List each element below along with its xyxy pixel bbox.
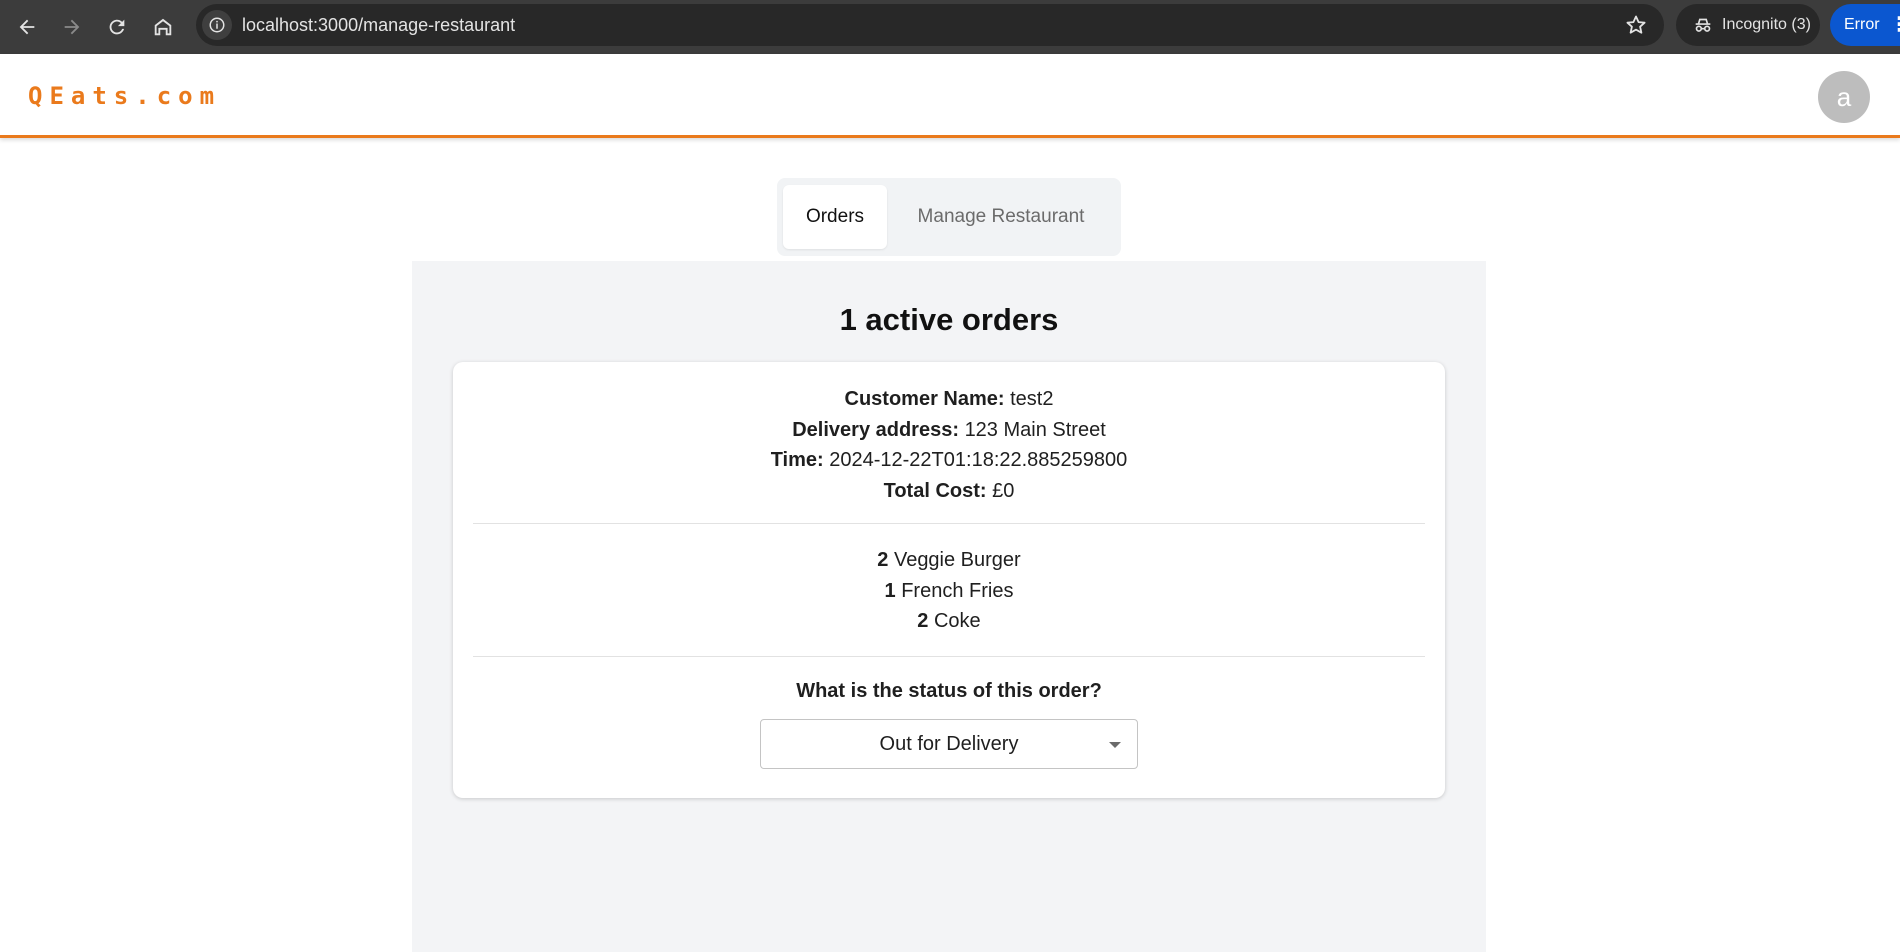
list-item: 1 French Fries	[453, 576, 1445, 607]
order-card: Customer Name: test2 Delivery address: 1…	[453, 362, 1445, 798]
profile-error-button[interactable]: Error ⋮	[1830, 4, 1900, 46]
reload-icon[interactable]	[100, 10, 134, 44]
item-qty: 1	[884, 579, 896, 602]
more-menu-icon[interactable]: ⋮	[1890, 15, 1900, 35]
incognito-indicator[interactable]: Incognito (3)	[1676, 4, 1820, 46]
user-avatar[interactable]: a	[1818, 71, 1870, 123]
total-cost: £0	[992, 479, 1015, 502]
time-row: Time: 2024-12-22T01:18:22.885259800	[453, 445, 1445, 476]
cost-label: Total Cost:	[883, 479, 987, 502]
app-header: QEats.com a	[0, 54, 1900, 138]
customer-label: Customer Name:	[844, 388, 1005, 410]
home-icon[interactable]	[146, 10, 180, 44]
incognito-icon	[1695, 18, 1711, 32]
address-row: Delivery address: 123 Main Street	[453, 415, 1445, 446]
list-item: 2 Coke	[453, 606, 1445, 637]
tab-manage-restaurant[interactable]: Manage Restaurant	[887, 185, 1115, 249]
order-status-select[interactable]: Out for Delivery	[760, 719, 1138, 769]
order-items: 2 Veggie Burger 1 French Fries 2 Coke	[453, 545, 1445, 637]
site-logo[interactable]: QEats.com	[28, 82, 221, 110]
order-status-value: Out for Delivery	[879, 732, 1019, 755]
order-time: 2024-12-22T01:18:22.885259800	[829, 449, 1128, 471]
back-icon[interactable]	[10, 10, 44, 44]
order-details: Customer Name: test2 Delivery address: 1…	[453, 384, 1445, 506]
tab-list: Orders Manage Restaurant	[777, 178, 1121, 256]
status-question: What is the status of this order?	[796, 680, 1102, 702]
item-qty: 2	[917, 610, 929, 632]
item-name: Coke	[933, 610, 981, 632]
item-name: Veggie Burger	[893, 549, 1021, 571]
orders-panel: 1 active orders Customer Name: test2 Del…	[412, 261, 1486, 952]
item-name: French Fries	[901, 579, 1014, 602]
time-label: Time:	[770, 449, 824, 471]
divider	[473, 656, 1425, 657]
bookmark-star-icon[interactable]	[1624, 13, 1648, 37]
url-text: localhost:3000/manage-restaurant	[242, 14, 516, 35]
customer-row: Customer Name: test2	[453, 384, 1445, 415]
tab-orders[interactable]: Orders	[783, 185, 887, 249]
active-orders-heading: 1 active orders	[839, 302, 1059, 337]
list-item: 2 Veggie Burger	[453, 545, 1445, 576]
item-qty: 2	[877, 549, 889, 571]
cost-row: Total Cost: £0	[453, 476, 1445, 507]
chevron-down-icon	[1109, 742, 1121, 748]
address-label: Delivery address:	[792, 418, 959, 441]
divider	[473, 523, 1425, 524]
forward-icon[interactable]	[55, 10, 89, 44]
incognito-label: Incognito (3)	[1722, 16, 1811, 33]
customer-name: test2	[1010, 388, 1054, 410]
address-bar[interactable]: localhost:3000/manage-restaurant	[196, 4, 1664, 46]
delivery-address: 123 Main Street	[964, 418, 1106, 441]
error-label: Error	[1844, 16, 1880, 33]
site-info-icon[interactable]	[202, 10, 232, 40]
browser-toolbar: localhost:3000/manage-restaurant Incogni…	[0, 0, 1900, 54]
